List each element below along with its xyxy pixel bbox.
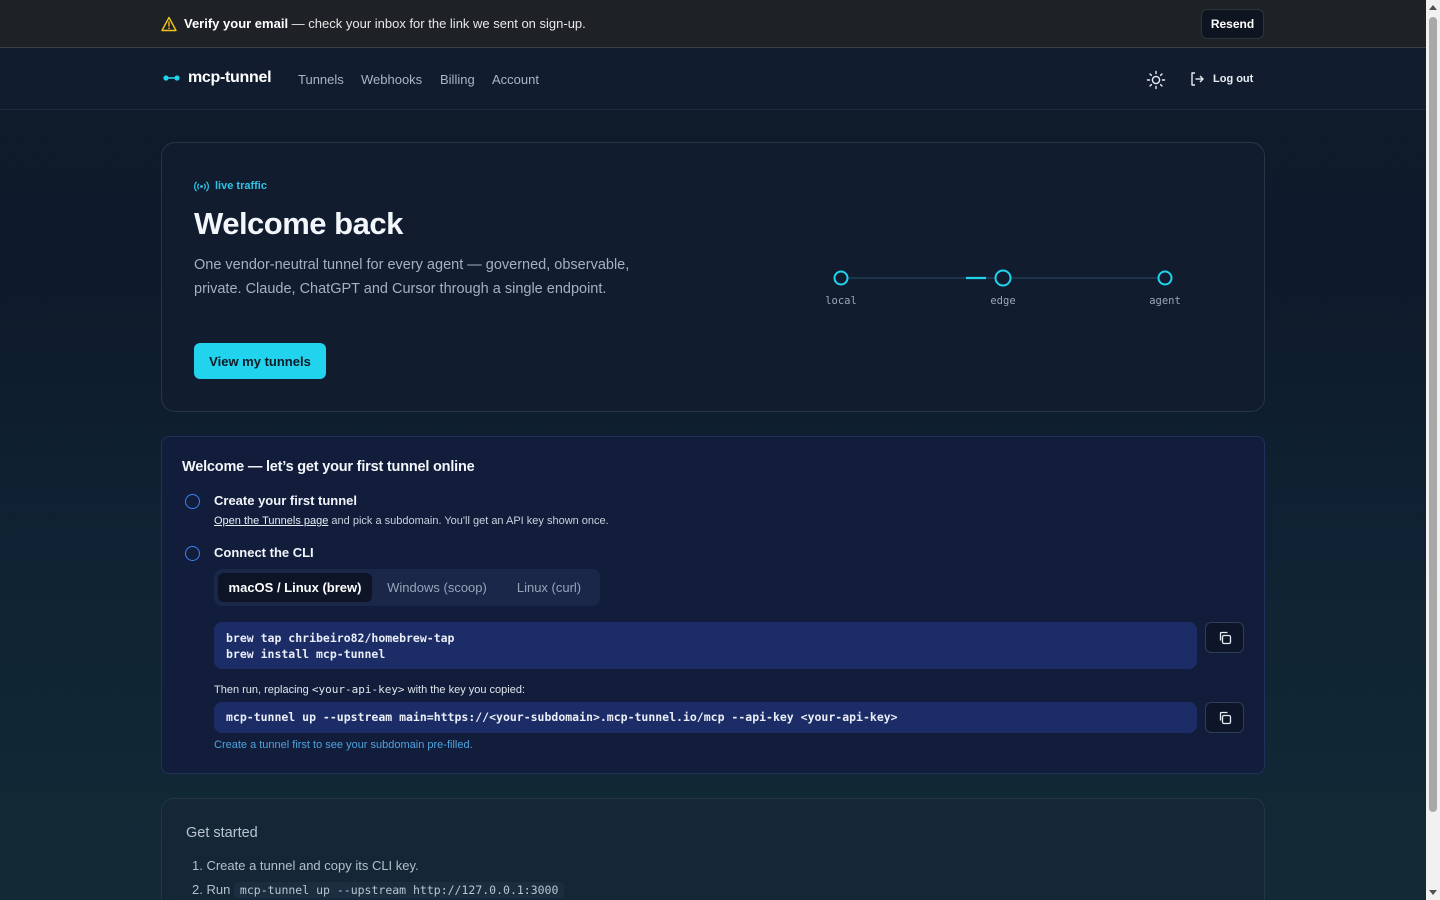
traffic-flow-diagram: local edge agent xyxy=(812,261,1192,321)
logout-icon xyxy=(1191,72,1204,86)
top-nav: mcp-tunnel Tunnels Webhooks Billing Acco… xyxy=(0,49,1426,110)
nav-link-tunnels[interactable]: Tunnels xyxy=(298,72,344,87)
get-started-card: Get started 1. Create a tunnel and copy … xyxy=(161,798,1265,900)
onboarding-title: Welcome — let’s get your first tunnel on… xyxy=(182,459,475,475)
page-title: Welcome back xyxy=(194,206,403,241)
flow-label-edge: edge xyxy=(990,295,1016,307)
verify-email-banner: Verify your email — check your inbox for… xyxy=(0,0,1426,48)
copy-icon xyxy=(1219,631,1231,644)
tab-windows-scoop[interactable]: Windows (scoop) xyxy=(377,573,497,602)
code-line-1: brew tap chribeiro82/homebrew-tap xyxy=(226,631,455,645)
scroll-down-arrow-icon[interactable] xyxy=(1429,890,1437,895)
resend-button[interactable]: Resend xyxy=(1201,9,1264,39)
flow-label-agent: agent xyxy=(1149,295,1181,307)
live-traffic-label: live traffic xyxy=(215,180,267,192)
tunnels-page-link[interactable]: Open the Tunnels page xyxy=(214,515,328,527)
logo-icon[interactable] xyxy=(163,73,180,83)
get-started-item-1: 1. Create a tunnel and copy its CLI key. xyxy=(192,858,419,873)
step1-status-icon xyxy=(185,494,200,509)
onboarding-card: Welcome — let’s get your first tunnel on… xyxy=(161,436,1265,774)
copy-run-command-button[interactable] xyxy=(1205,702,1244,733)
page-scrollbar[interactable] xyxy=(1426,0,1440,900)
logout-button[interactable]: Log out xyxy=(1189,70,1253,88)
banner-title: Verify your email xyxy=(184,16,289,31)
run-instruction: Then run, replacing <your-api-key> with … xyxy=(214,683,525,696)
step2-status-icon xyxy=(185,546,200,561)
flow-node-edge xyxy=(994,269,1012,287)
run-instruction-post: with the key you copied: xyxy=(404,684,526,696)
scrollbar-thumb[interactable] xyxy=(1429,17,1437,812)
tab-linux-curl[interactable]: Linux (curl) xyxy=(503,573,595,602)
step1-description: Open the Tunnels page and pick a subdoma… xyxy=(214,515,609,527)
copy-icon xyxy=(1219,711,1231,724)
get-started-title: Get started xyxy=(186,825,258,841)
get-started-item-2: 2. Run mcp-tunnel up --upstream http://1… xyxy=(192,882,565,898)
nav-link-account[interactable]: Account xyxy=(492,72,539,87)
live-traffic-badge: live traffic xyxy=(194,180,267,192)
api-key-placeholder-code: <your-api-key> xyxy=(311,683,405,696)
code-line-2: brew install mcp-tunnel xyxy=(226,647,386,661)
copy-install-button[interactable] xyxy=(1205,622,1244,653)
broadcast-icon xyxy=(194,180,209,192)
logout-label: Log out xyxy=(1213,73,1254,85)
hero-description: One vendor-neutral tunnel for every agen… xyxy=(194,257,630,297)
run-command-block[interactable]: mcp-tunnel up --upstream main=https://<y… xyxy=(214,702,1197,733)
step2-title: Connect the CLI xyxy=(214,545,314,560)
inline-command-code: mcp-tunnel up --upstream http://127.0.0.… xyxy=(233,882,565,898)
install-code-block[interactable]: brew tap chribeiro82/homebrew-tap brew i… xyxy=(214,622,1197,669)
flow-node-local xyxy=(833,270,849,286)
flow-node-agent xyxy=(1157,270,1173,286)
get-started-item-2-prefix: 2. Run xyxy=(192,882,234,897)
step1-description-text: and pick a subdomain. You'll get an API … xyxy=(328,515,609,527)
install-tabs: macOS / Linux (brew) Windows (scoop) Lin… xyxy=(214,569,600,606)
sun-icon[interactable] xyxy=(1146,70,1166,90)
view-tunnels-button[interactable]: View my tunnels xyxy=(194,343,326,379)
scroll-up-arrow-icon[interactable] xyxy=(1429,5,1437,10)
tab-macos-linux-brew[interactable]: macOS / Linux (brew) xyxy=(218,573,372,602)
nav-link-webhooks[interactable]: Webhooks xyxy=(361,72,422,87)
run-instruction-pre: Then run, replacing xyxy=(214,684,312,696)
subdomain-hint: Create a tunnel first to see your subdom… xyxy=(214,739,473,751)
welcome-hero-card: live traffic Welcome back One vendor-neu… xyxy=(161,142,1265,412)
banner-message: Verify your email — check your inbox for… xyxy=(184,16,586,31)
flow-line xyxy=(833,269,1173,287)
banner-text: — check your inbox for the link we sent … xyxy=(288,16,586,31)
step1-title: Create your first tunnel xyxy=(214,493,358,508)
brand-name[interactable]: mcp-tunnel xyxy=(188,69,272,87)
warning-icon xyxy=(161,16,177,32)
flow-label-local: local xyxy=(825,295,857,307)
nav-link-billing[interactable]: Billing xyxy=(440,72,475,87)
